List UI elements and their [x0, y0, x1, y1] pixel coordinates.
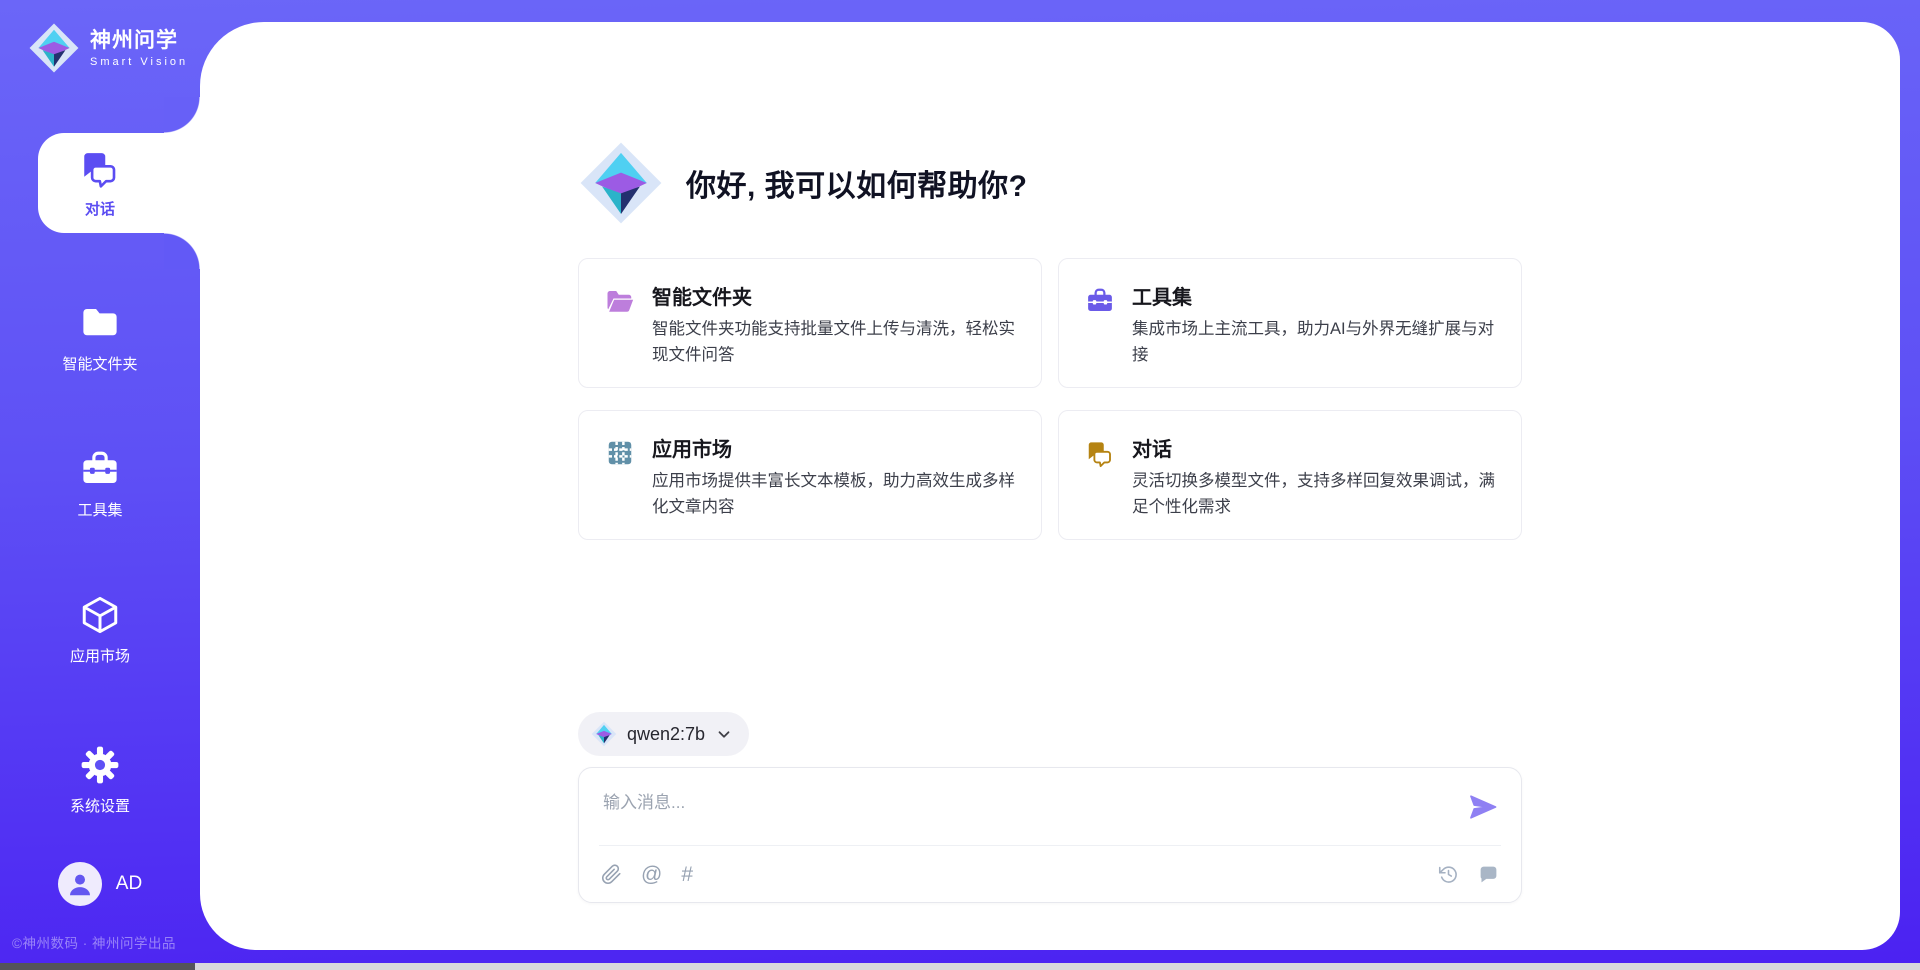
- sidebar-item-label: 应用市场: [70, 645, 130, 666]
- user-initials: AD: [116, 873, 142, 895]
- card-desc: 应用市场提供丰富长文本模板，助力高效生成多样化文章内容: [652, 469, 1015, 520]
- brand-name: 神州问学: [90, 28, 188, 53]
- brand: 神州问学 Smart Vision: [0, 0, 200, 74]
- message-input[interactable]: [579, 768, 1521, 845]
- grid-icon: [605, 438, 635, 468]
- mention-icon[interactable]: @: [641, 864, 662, 885]
- avatar: [58, 862, 102, 906]
- card-title: 应用市场: [652, 435, 1015, 465]
- model-selector[interactable]: qwen2:7b: [578, 712, 749, 756]
- cube-icon: [79, 594, 121, 636]
- send-button[interactable]: [1467, 792, 1499, 824]
- copyright-text: ©神州数码 · 神州问学出品: [12, 932, 202, 952]
- send-icon: [1468, 792, 1498, 822]
- sidebar-item-label: 智能文件夹: [62, 353, 137, 374]
- card-title: 对话: [1132, 435, 1495, 465]
- sidebar-item-smart-folder[interactable]: 智能文件夹: [0, 288, 200, 388]
- sidebar-item-label: 对话: [85, 198, 115, 219]
- sidebar-item-chat[interactable]: 对话: [0, 133, 200, 233]
- greeting: 你好, 我可以如何帮助你?: [578, 140, 1522, 226]
- quick-phrase-icon[interactable]: [1478, 864, 1499, 885]
- main-panel: 你好, 我可以如何帮助你? 智能文件夹 智能文件夹功能支持批量文件上传与清洗，轻…: [200, 22, 1900, 950]
- card-title: 智能文件夹: [652, 283, 1015, 313]
- chat-bubbles-icon: [1085, 438, 1115, 468]
- sidebar-item-settings[interactable]: 系统设置: [0, 730, 200, 830]
- model-selector-label: qwen2:7b: [627, 724, 705, 745]
- greeting-title: 你好, 我可以如何帮助你?: [686, 161, 1028, 205]
- folder-icon: [79, 302, 121, 344]
- gear-icon: [79, 744, 121, 786]
- toolbox-icon: [1085, 286, 1115, 316]
- app-logo-icon: [578, 140, 664, 226]
- composer-toolbar-right: [1438, 864, 1499, 885]
- sidebar: 神州问学 Smart Vision 对话 智能文件夹: [0, 0, 200, 970]
- brand-subtitle: Smart Vision: [90, 56, 188, 68]
- chat-bubbles-icon: [79, 147, 121, 189]
- chevron-down-icon: [715, 725, 733, 743]
- toolbox-icon: [79, 448, 121, 490]
- card-desc: 智能文件夹功能支持批量文件上传与清洗，轻松实现文件问答: [652, 317, 1015, 368]
- app-logo-icon: [591, 721, 617, 747]
- app-logo-icon: [28, 22, 80, 74]
- sidebar-item-label: 系统设置: [70, 795, 130, 816]
- feature-card-chat[interactable]: 对话 灵活切换多模型文件，支持多样回复效果调试，满足个性化需求: [1058, 410, 1522, 540]
- sidebar-item-app-market[interactable]: 应用市场: [0, 580, 200, 680]
- horizontal-scrollbar: [0, 963, 1920, 970]
- scrollbar-thumb[interactable]: [0, 963, 195, 970]
- feature-cards: 智能文件夹 智能文件夹功能支持批量文件上传与清洗，轻松实现文件问答 工具集: [578, 258, 1522, 540]
- hashtag-icon[interactable]: #: [681, 864, 693, 885]
- card-desc: 灵活切换多模型文件，支持多样回复效果调试，满足个性化需求: [1132, 469, 1495, 520]
- user-profile[interactable]: AD: [0, 862, 200, 906]
- folder-open-icon: [605, 286, 635, 316]
- card-desc: 集成市场上主流工具，助力AI与外界无缝扩展与对接: [1132, 317, 1495, 368]
- feature-card-app-market[interactable]: 应用市场 应用市场提供丰富长文本模板，助力高效生成多样化文章内容: [578, 410, 1042, 540]
- feature-card-toolset[interactable]: 工具集 集成市场上主流工具，助力AI与外界无缝扩展与对接: [1058, 258, 1522, 388]
- sidebar-item-toolset[interactable]: 工具集: [0, 434, 200, 534]
- sidebar-item-label: 工具集: [77, 499, 122, 520]
- message-composer: @ #: [578, 767, 1522, 903]
- history-icon[interactable]: [1438, 864, 1459, 885]
- feature-card-smart-folder[interactable]: 智能文件夹 智能文件夹功能支持批量文件上传与清洗，轻松实现文件问答: [578, 258, 1042, 388]
- attachment-icon[interactable]: [601, 864, 622, 885]
- person-icon: [65, 869, 95, 899]
- composer-area: qwen2:7b: [578, 712, 1522, 950]
- composer-toolbar: @ #: [579, 846, 1521, 902]
- card-title: 工具集: [1132, 283, 1495, 313]
